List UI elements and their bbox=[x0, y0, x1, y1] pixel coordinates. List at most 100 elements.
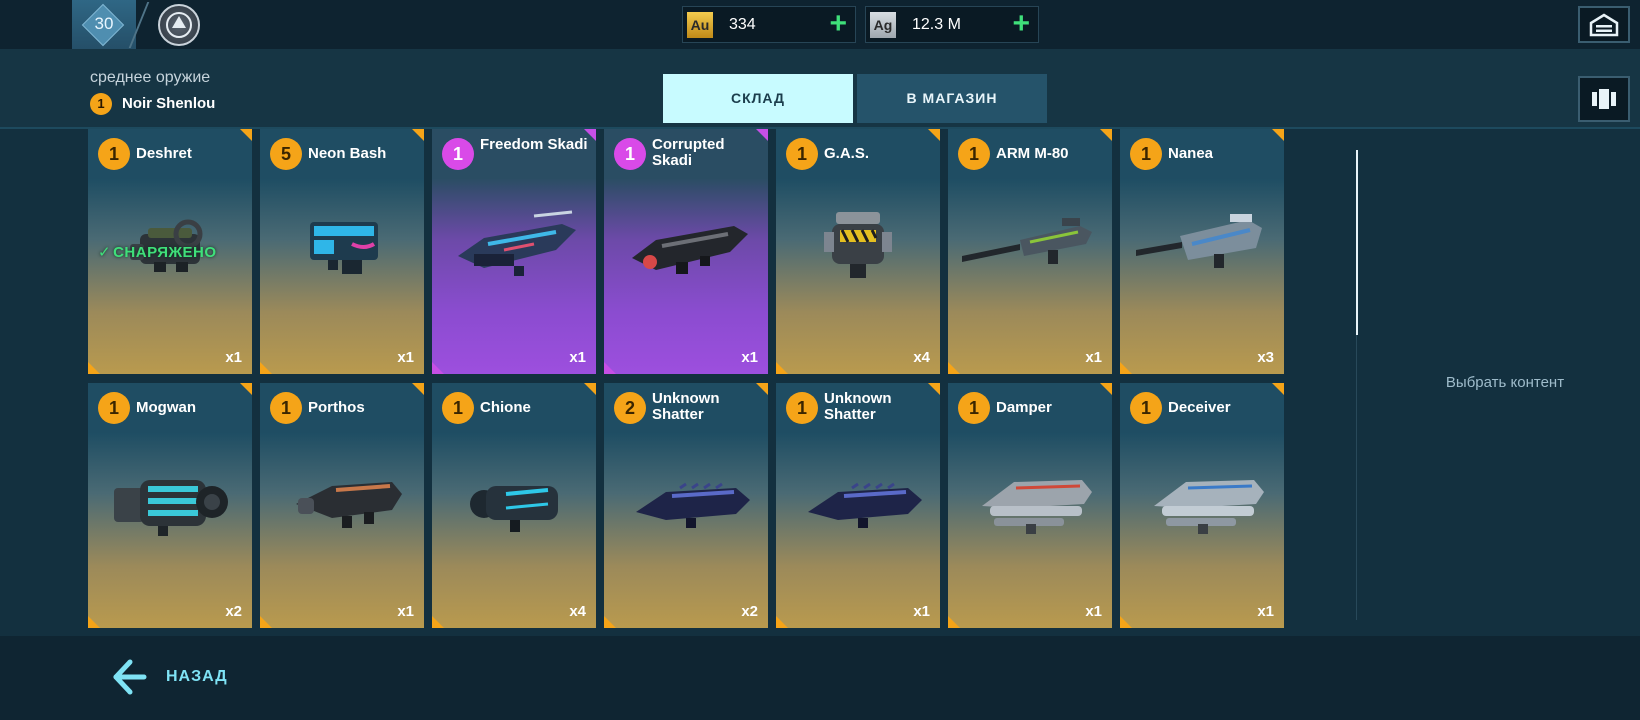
tier-badge: 1 bbox=[786, 138, 818, 170]
hangar-icon bbox=[1589, 13, 1619, 37]
weapon-quantity: x2 bbox=[225, 603, 242, 620]
inventory-header: среднее оружие 1 Noir Shenlou СКЛАД В МА… bbox=[0, 49, 1640, 129]
weapon-card[interactable]: 1 Porthos x1 bbox=[260, 383, 424, 628]
add-silver-button[interactable]: + bbox=[1012, 9, 1030, 39]
rocket-pod-icon bbox=[1154, 480, 1264, 534]
tier-badge: 1 bbox=[614, 138, 646, 170]
weapon-card[interactable]: 1 G.A.S. x4 bbox=[776, 129, 940, 374]
skadi-cannon-icon bbox=[458, 210, 576, 276]
weapon-name: Damper bbox=[996, 399, 1052, 416]
weapon-quantity: x1 bbox=[397, 603, 414, 620]
weapon-card[interactable]: 1 Damper x1 bbox=[948, 383, 1112, 628]
weapon-name: Freedom Skadi bbox=[480, 136, 588, 153]
choose-content-label: Выбрать контент bbox=[1445, 374, 1565, 391]
sniper-rifle-icon bbox=[962, 218, 1092, 264]
skadi-cannon-icon bbox=[632, 226, 748, 274]
silver-currency: Ag 12.3 M + bbox=[865, 6, 1039, 43]
player-level[interactable]: 30 bbox=[72, 0, 136, 49]
weapon-card[interactable]: 1 Chione x4 bbox=[432, 383, 596, 628]
weapon-card[interactable]: 1 Corrupted Skadi x1 bbox=[604, 129, 768, 374]
back-arrow-icon[interactable] bbox=[110, 658, 148, 696]
weapon-name: Chione bbox=[480, 399, 531, 416]
tier-badge: 5 bbox=[270, 138, 302, 170]
weapon-name: G.A.S. bbox=[824, 145, 870, 162]
category-label: среднее оружие bbox=[90, 69, 211, 86]
compare-button[interactable] bbox=[1578, 76, 1630, 122]
cryo-gun-icon bbox=[470, 486, 558, 532]
weapon-name: Nanea bbox=[1168, 145, 1214, 162]
weapon-quantity: x4 bbox=[569, 603, 586, 620]
tier-badge: 2 bbox=[614, 392, 646, 424]
weapon-quantity: x3 bbox=[1257, 349, 1274, 366]
silver-amount: 12.3 M bbox=[912, 16, 961, 33]
pilot-name: Noir Shenlou bbox=[122, 95, 216, 112]
weapon-quantity: x1 bbox=[1257, 603, 1274, 620]
shatter-gun-icon bbox=[636, 482, 750, 528]
weapon-name: Porthos bbox=[308, 399, 365, 416]
weapon-card[interactable]: 1 Mogwan x2 bbox=[88, 383, 252, 628]
weapon-card[interactable]: 1 Deceiver x1 bbox=[1120, 383, 1284, 628]
weapon-quantity: x1 bbox=[225, 349, 242, 366]
equipped-label: ✓ СНАРЯЖЕНО bbox=[98, 244, 217, 261]
top-bar: 30 Au 334 + Ag 12.3 M + bbox=[0, 0, 1640, 49]
rifle-icon bbox=[1136, 214, 1262, 268]
grid-scrollbar[interactable] bbox=[1356, 150, 1358, 335]
gold-amount: 334 bbox=[729, 16, 756, 33]
weapon-name: Deceiver bbox=[1168, 399, 1231, 416]
weapon-name: Neon Bash bbox=[308, 145, 387, 162]
pilot-tier-badge: 1 bbox=[90, 93, 112, 115]
weapon-card[interactable]: 1 Deshret ✓ СНАРЯЖЕНО x1 bbox=[88, 129, 252, 374]
tier-badge: 1 bbox=[98, 392, 130, 424]
tier-badge: 1 bbox=[270, 392, 302, 424]
weapon-quantity: x1 bbox=[569, 349, 586, 366]
hangar-button[interactable] bbox=[1578, 6, 1630, 43]
tier-badge: 1 bbox=[98, 138, 130, 170]
weapon-card[interactable]: 5 Neon Bash x1 bbox=[260, 129, 424, 374]
weapon-quantity: x1 bbox=[913, 603, 930, 620]
tier-badge: 1 bbox=[958, 392, 990, 424]
silver-icon: Ag bbox=[870, 12, 896, 38]
add-gold-button[interactable]: + bbox=[829, 9, 847, 39]
weapon-quantity: x1 bbox=[741, 349, 758, 366]
weapon-name: Unknown Shatter bbox=[824, 390, 892, 423]
weapon-quantity: x1 bbox=[1085, 349, 1102, 366]
tab-shop[interactable]: В МАГАЗИН bbox=[857, 74, 1047, 123]
gatling-icon bbox=[114, 480, 228, 536]
weapon-grid: 1 Deshret ✓СНАРЯЖЕНО x1 5 Neon Bash x1 bbox=[88, 129, 1284, 628]
tier-badge: 1 bbox=[786, 392, 818, 424]
weapon-name: Mogwan bbox=[136, 399, 196, 416]
gas-canister-icon bbox=[824, 212, 892, 278]
weapon-quantity: x2 bbox=[741, 603, 758, 620]
tier-badge: 1 bbox=[442, 138, 474, 170]
weapon-card[interactable]: 1 Nanea x3 bbox=[1120, 129, 1284, 374]
launcher-icon bbox=[296, 482, 402, 528]
weapon-card[interactable]: 1 ARM M-80 x1 bbox=[948, 129, 1112, 374]
rocket-pod-icon bbox=[982, 480, 1092, 534]
neon-blaster-icon bbox=[310, 222, 378, 274]
tier-badge: 1 bbox=[1130, 392, 1162, 424]
tier-badge: 1 bbox=[442, 392, 474, 424]
compare-icon bbox=[1592, 89, 1616, 109]
panel-divider bbox=[1356, 335, 1357, 620]
tier-badge: 1 bbox=[958, 138, 990, 170]
shatter-gun-icon bbox=[808, 482, 922, 528]
gold-currency: Au 334 + bbox=[682, 6, 856, 43]
weapon-name: Deshret bbox=[136, 145, 192, 162]
weapon-card[interactable]: 1 Unknown Shatter x1 bbox=[776, 383, 940, 628]
level-number: 30 bbox=[94, 14, 114, 33]
back-button[interactable]: НАЗАД bbox=[166, 668, 228, 686]
tab-storage[interactable]: СКЛАД bbox=[663, 74, 853, 123]
weapon-quantity: x4 bbox=[913, 349, 930, 366]
weapon-name: Unknown Shatter bbox=[652, 390, 720, 423]
rank-badge-icon[interactable] bbox=[158, 4, 200, 46]
gold-icon: Au bbox=[687, 12, 713, 38]
bottom-bar: НАЗАД bbox=[0, 636, 1640, 720]
weapon-quantity: x1 bbox=[397, 349, 414, 366]
weapon-quantity: x1 bbox=[1085, 603, 1102, 620]
weapon-name: Corrupted Skadi bbox=[652, 136, 725, 169]
weapon-card[interactable]: 1 Freedom Skadi x1 bbox=[432, 129, 596, 374]
weapon-card[interactable]: 2 Unknown Shatter x2 bbox=[604, 383, 768, 628]
checkmark-icon: ✓ bbox=[98, 244, 112, 261]
tier-badge: 1 bbox=[1130, 138, 1162, 170]
weapon-name: ARM M-80 bbox=[996, 145, 1069, 162]
